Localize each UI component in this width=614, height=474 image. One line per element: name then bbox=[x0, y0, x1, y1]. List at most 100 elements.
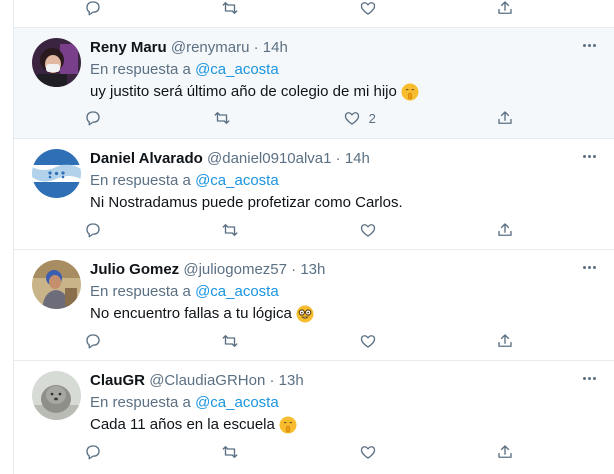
timestamp[interactable]: 14h bbox=[263, 39, 288, 56]
share-icon bbox=[498, 334, 512, 347]
user-handle[interactable]: @juliogomez57 bbox=[183, 261, 287, 278]
user-handle[interactable]: @daniel0910alva1 bbox=[207, 150, 332, 167]
tweet-body: Daniel Alvarado @daniel0910alva1 · 14h E… bbox=[90, 149, 575, 213]
more-icon bbox=[582, 43, 586, 47]
share-icon bbox=[498, 445, 512, 458]
tweet-text-content: Ni Nostradamus puede profetizar como Car… bbox=[90, 194, 403, 211]
tweet-header: ClauGR @ClaudiaGRHon · 13h bbox=[90, 371, 575, 391]
retweet-button[interactable] bbox=[221, 441, 239, 463]
reply-mention-link[interactable]: @ca_acosta bbox=[195, 283, 279, 300]
like-icon bbox=[360, 224, 375, 237]
timestamp[interactable]: 14h bbox=[345, 150, 370, 167]
reply-button[interactable] bbox=[84, 0, 102, 19]
woman-selfie-avatar bbox=[32, 38, 81, 87]
user-handle[interactable]: @ClaudiaGRHon bbox=[149, 372, 265, 389]
like-button[interactable]: 2 bbox=[343, 107, 385, 129]
separator: · bbox=[253, 39, 259, 56]
action-bar bbox=[84, 330, 514, 352]
action-bar bbox=[84, 441, 514, 463]
retweet-button[interactable] bbox=[221, 0, 239, 19]
tweet[interactable]: Daniel Alvarado @daniel0910alva1 · 14h E… bbox=[14, 139, 614, 250]
avatar[interactable] bbox=[32, 38, 81, 87]
avatar[interactable] bbox=[32, 371, 81, 420]
tweet-header: Reny Maru @renymaru · 14h bbox=[90, 38, 575, 58]
user-handle[interactable]: @renymaru bbox=[171, 39, 250, 56]
separator: · bbox=[291, 261, 297, 278]
like-icon bbox=[344, 112, 359, 125]
reply-context: En respuesta a @ca_acosta bbox=[90, 282, 575, 302]
more-button[interactable] bbox=[579, 149, 599, 163]
action-bar bbox=[84, 0, 514, 19]
retweet-icon bbox=[214, 112, 230, 124]
man-photo-avatar bbox=[32, 260, 81, 309]
tweet-header: Daniel Alvarado @daniel0910alva1 · 14h bbox=[90, 149, 575, 169]
retweet-button[interactable] bbox=[213, 107, 231, 129]
reply-prefix: En respuesta a bbox=[90, 283, 191, 300]
share-button[interactable] bbox=[496, 441, 514, 463]
like-button[interactable] bbox=[359, 441, 377, 463]
reply-prefix: En respuesta a bbox=[90, 172, 191, 189]
timeline: Reny Maru @renymaru · 14h En respuesta a… bbox=[13, 0, 614, 474]
dog-photo-avatar bbox=[32, 371, 81, 420]
tweet-header: Julio Gomez @juliogomez57 · 13h bbox=[90, 260, 575, 280]
like-button[interactable] bbox=[359, 330, 377, 352]
more-button[interactable] bbox=[579, 260, 599, 274]
more-button[interactable] bbox=[579, 38, 599, 52]
more-icon bbox=[582, 376, 586, 380]
tweet[interactable]: Julio Gomez @juliogomez57 · 13h En respu… bbox=[14, 250, 614, 361]
reply-mention-link[interactable]: @ca_acosta bbox=[195, 172, 279, 189]
tweet-text-content: No encuentro fallas a tu lógica bbox=[90, 305, 292, 322]
separator: · bbox=[335, 150, 341, 167]
like-icon bbox=[360, 335, 375, 348]
display-name[interactable]: Julio Gomez bbox=[90, 261, 179, 278]
share-button[interactable] bbox=[496, 107, 514, 129]
avatar[interactable] bbox=[32, 149, 81, 198]
separator: · bbox=[269, 372, 275, 389]
reply-button[interactable] bbox=[84, 441, 102, 463]
reply-button[interactable] bbox=[84, 330, 102, 352]
tweet-text: uy justito será último año de colegio de… bbox=[90, 82, 575, 102]
share-button[interactable] bbox=[496, 0, 514, 19]
retweet-button[interactable] bbox=[221, 219, 239, 241]
avatar[interactable] bbox=[32, 260, 81, 309]
tweet-body: Julio Gomez @juliogomez57 · 13h En respu… bbox=[90, 260, 575, 324]
more-button[interactable] bbox=[579, 371, 599, 385]
tweet-body: Reny Maru @renymaru · 14h En respuesta a… bbox=[90, 38, 575, 102]
like-button[interactable] bbox=[359, 219, 377, 241]
retweet-icon bbox=[222, 2, 238, 14]
display-name[interactable]: Reny Maru bbox=[90, 39, 167, 56]
like-button[interactable] bbox=[359, 0, 377, 19]
more-icon bbox=[582, 154, 586, 158]
share-button[interactable] bbox=[496, 219, 514, 241]
action-bar: 2 bbox=[84, 107, 514, 129]
reply-context: En respuesta a @ca_acosta bbox=[90, 60, 575, 80]
tweet-text: Cada 11 años en la escuela bbox=[90, 415, 575, 435]
retweet-icon bbox=[222, 335, 238, 347]
share-button[interactable] bbox=[496, 330, 514, 352]
nerd-face-emoji bbox=[296, 305, 314, 323]
timestamp[interactable]: 13h bbox=[300, 261, 325, 278]
reply-mention-link[interactable]: @ca_acosta bbox=[195, 61, 279, 78]
shushing-face-emoji bbox=[279, 416, 297, 434]
like-count: 2 bbox=[368, 110, 376, 126]
reply-mention-link[interactable]: @ca_acosta bbox=[195, 394, 279, 411]
reply-prefix: En respuesta a bbox=[90, 61, 191, 78]
reply-icon bbox=[86, 1, 100, 16]
share-icon bbox=[498, 1, 512, 14]
timestamp[interactable]: 13h bbox=[279, 372, 304, 389]
retweet-icon bbox=[222, 446, 238, 458]
reply-context: En respuesta a @ca_acosta bbox=[90, 393, 575, 413]
reply-button[interactable] bbox=[84, 219, 102, 241]
display-name[interactable]: ClauGR bbox=[90, 372, 145, 389]
reply-icon bbox=[86, 334, 100, 349]
tweet[interactable]: ClauGR @ClaudiaGRHon · 13h En respuesta … bbox=[14, 361, 614, 474]
reply-button[interactable] bbox=[84, 107, 102, 129]
action-bar bbox=[84, 219, 514, 241]
previous-tweet-actions bbox=[14, 0, 614, 28]
reply-context: En respuesta a @ca_acosta bbox=[90, 171, 575, 191]
display-name[interactable]: Daniel Alvarado bbox=[90, 150, 203, 167]
tweet[interactable]: Reny Maru @renymaru · 14h En respuesta a… bbox=[14, 28, 614, 139]
retweet-button[interactable] bbox=[221, 330, 239, 352]
reply-icon bbox=[86, 111, 100, 126]
tweet-text: Ni Nostradamus puede profetizar como Car… bbox=[90, 193, 575, 213]
